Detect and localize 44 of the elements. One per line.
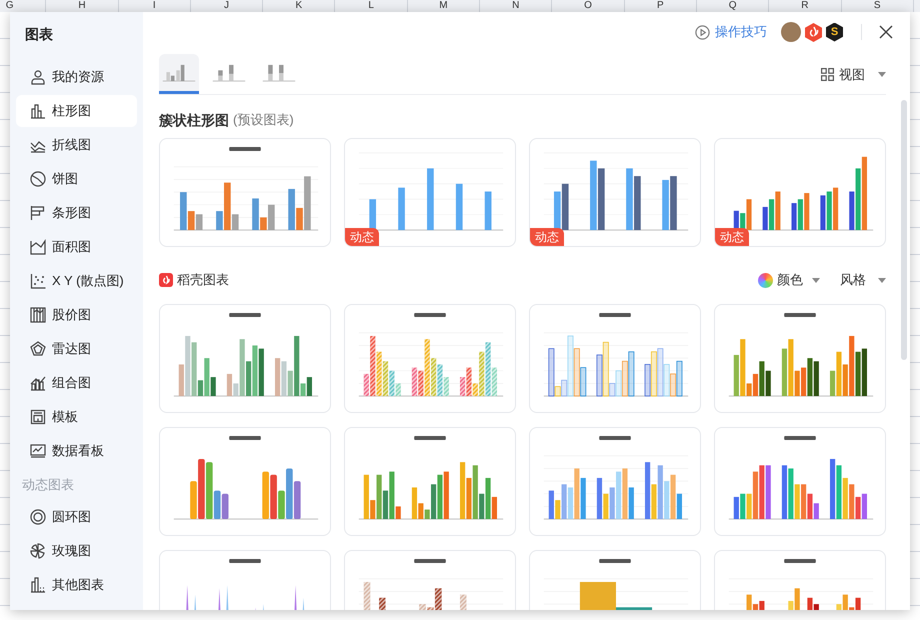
dialog-title: 图表 [25,25,53,44]
sidebar-item[interactable]: 股价图 [16,299,137,331]
sidebar-item[interactable]: 折线图 [16,129,137,161]
chart-template-card[interactable]: 动态 [529,138,701,247]
member-badge: S [826,22,843,42]
sidebar-item[interactable]: 圆环图 [16,501,137,533]
view-menu[interactable]: 视图 [821,64,886,84]
sidebar-item[interactable]: 面积图 [16,231,137,263]
column-header: K [296,0,302,12]
sidebar-item[interactable]: 数据看板 [16,435,137,467]
chart-template-card[interactable]: 动态 [714,138,886,247]
section-title: 簇状柱形图 [159,110,229,130]
chart-template-card[interactable]: 动态 [344,138,516,247]
sidebar-item[interactable]: 雷达图 [16,333,137,365]
column-header: I [152,0,156,12]
column-header: J [224,0,230,12]
dynamic-badge: 动态 [345,228,379,246]
column-header: Q [728,0,736,12]
column-header: O [584,0,592,12]
sidebar-item[interactable]: 我的资源 [16,61,137,93]
sidebar-item[interactable]: 条形图 [16,197,137,229]
style-menu[interactable]: 风格 [840,270,886,290]
sidebar-item[interactable]: 饼图 [16,163,137,195]
color-menu[interactable]: 颜色 [758,270,820,290]
section-title: 稻壳图表 [177,271,229,290]
column-header: R [801,0,809,12]
column-header: G [6,0,14,12]
sidebar-item[interactable]: 其他图表 [16,569,137,601]
sidebar-item[interactable]: 玫瑰图 [16,535,137,567]
column-header: N [512,0,520,12]
column-header: P [656,0,664,12]
dynamic-badge: 动态 [715,228,749,246]
sidebar-item[interactable]: X Y (散点图) [16,265,137,297]
column-header: M [439,0,448,12]
column-header: S [874,0,881,12]
column-header: L [368,0,374,12]
sidebar-item[interactable]: 组合图 [16,367,137,399]
section-header: 动态图表 [22,476,74,494]
tips-link[interactable]: 操作技巧 [695,22,767,42]
sidebar-item[interactable]: 柱形图 [16,95,137,127]
column-header: H [78,0,86,12]
dynamic-badge: 动态 [530,228,564,246]
sidebar-item[interactable]: 模板 [16,401,137,433]
section-note: (预设图表) [233,111,294,130]
